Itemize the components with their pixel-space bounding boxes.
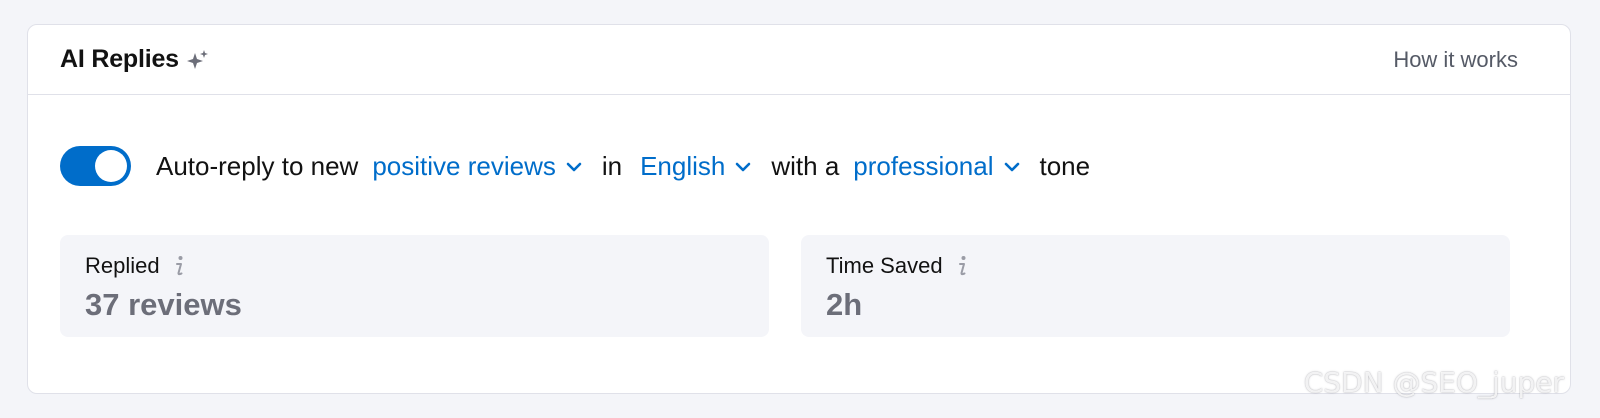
ai-replies-card: AI Replies How it works Auto-reply to ne… [27, 24, 1571, 394]
tone-dropdown[interactable]: professional [853, 151, 1021, 182]
chevron-down-icon [564, 157, 584, 177]
sparkle-icon [185, 48, 211, 74]
rule-in-text: in [601, 150, 623, 181]
info-icon[interactable] [172, 254, 186, 278]
card-title: AI Replies [60, 45, 179, 73]
language-dropdown[interactable]: English [640, 151, 753, 182]
stat-label: Time Saved [826, 253, 943, 278]
toggle-knob [95, 150, 127, 182]
info-icon[interactable] [955, 254, 969, 278]
stat-label: Replied [85, 253, 160, 278]
watermark: CSDN @SEO_juper [1303, 366, 1564, 399]
stat-label-row: Time Saved [826, 251, 1485, 281]
chevron-down-icon [733, 157, 753, 177]
rule-with-text: with a [771, 150, 840, 181]
card-body: Auto-reply to new positive reviews in En… [28, 130, 1570, 337]
stat-card-time-saved: Time Saved 2h [801, 235, 1510, 337]
auto-reply-rule: Auto-reply to new positive reviews in En… [60, 130, 1538, 202]
title-wrap: AI Replies [60, 45, 211, 74]
review-type-value: positive reviews [372, 150, 556, 181]
review-type-dropdown[interactable]: positive reviews [372, 151, 584, 182]
how-it-works-link[interactable]: How it works [1393, 47, 1518, 73]
auto-reply-toggle[interactable] [60, 146, 131, 186]
card-header: AI Replies How it works [28, 25, 1570, 95]
tone-value: professional [853, 150, 994, 181]
chevron-down-icon [1002, 157, 1022, 177]
stat-value: 37 reviews [85, 287, 242, 322]
rule-prefix-text: Auto-reply to new [156, 150, 359, 181]
stat-card-replied: Replied 37 reviews [60, 235, 769, 337]
rule-suffix-text: tone [1039, 150, 1091, 181]
stat-label-row: Replied [85, 251, 744, 281]
language-value: English [640, 150, 726, 181]
stat-value: 2h [826, 287, 863, 322]
stats-row: Replied 37 reviews Time Saved 2h [60, 235, 1538, 337]
